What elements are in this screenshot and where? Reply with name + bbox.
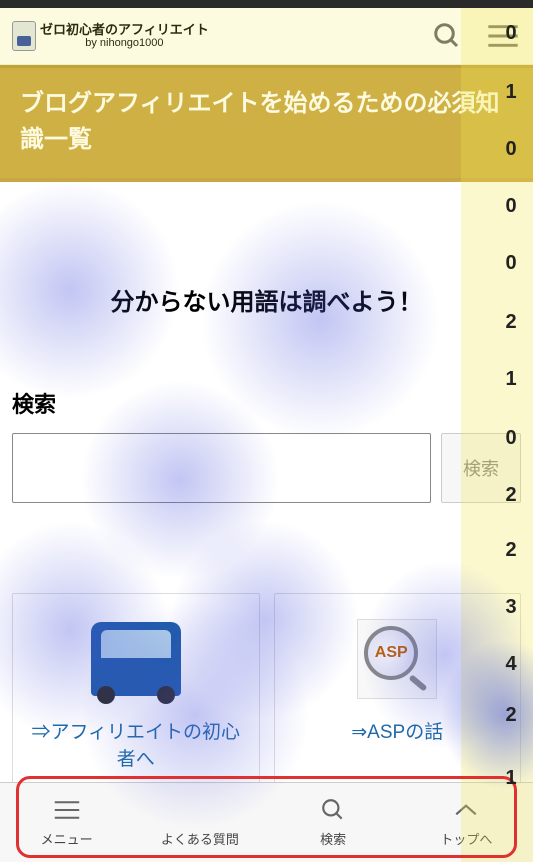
chevron-up-icon xyxy=(453,797,479,823)
search-icon[interactable] xyxy=(429,18,465,54)
main-content: 分からない用語は調べよう！ 検索 検索 ⇒アフィリエイトの初心者へ ASP ⇒A… xyxy=(0,182,533,786)
nav-label: メニュー xyxy=(41,829,93,848)
header-actions xyxy=(429,18,521,54)
card-grid: ⇒アフィリエイトの初心者へ ASP ⇒ASPの話 xyxy=(12,593,521,786)
search-label: 検索 xyxy=(12,387,521,419)
hero-banner: ブログアフィリエイトを始めるための必須知識一覧 xyxy=(0,65,533,182)
nav-top[interactable]: トップへ xyxy=(400,783,533,862)
nav-label: トップへ xyxy=(440,829,492,848)
site-subtitle: by nihongo1000 xyxy=(40,37,209,50)
nav-label: 検索 xyxy=(320,829,346,848)
card-image xyxy=(23,614,249,704)
site-title: ゼロ初心者のアフィリエイト by nihongo1000 xyxy=(40,22,209,51)
hamburger-icon xyxy=(53,797,81,823)
nav-search[interactable]: 検索 xyxy=(267,783,400,862)
nav-menu[interactable]: メニュー xyxy=(0,783,133,862)
card-title: ⇒アフィリエイトの初心者へ xyxy=(23,720,249,773)
card-title: ⇒ASPの話 xyxy=(285,720,511,747)
search-button[interactable]: 検索 xyxy=(441,433,521,503)
card-image: ASP xyxy=(285,614,511,704)
search-input[interactable] xyxy=(12,433,431,503)
logo-badge-icon xyxy=(12,21,36,51)
site-logo[interactable]: ゼロ初心者のアフィリエイト by nihongo1000 xyxy=(12,21,209,51)
asp-badge: ASP xyxy=(364,626,418,680)
hamburger-menu-icon[interactable] xyxy=(485,18,521,54)
car-illustration-icon xyxy=(91,622,181,696)
site-header: ゼロ初心者のアフィリエイト by nihongo1000 xyxy=(0,8,533,65)
catch-heading: 分からない用語は調べよう！ xyxy=(12,282,521,317)
site-title-text: ゼロ初心者のアフィリエイト xyxy=(40,22,209,37)
magnifier-illustration-icon: ASP xyxy=(357,619,437,699)
search-icon xyxy=(320,797,346,823)
search-form: 検索 xyxy=(12,433,521,503)
card-affiliate-beginner[interactable]: ⇒アフィリエイトの初心者へ xyxy=(12,593,260,786)
status-bar xyxy=(0,0,533,8)
page-title: ブログアフィリエイトを始めるための必須知識一覧 xyxy=(20,86,513,158)
card-asp[interactable]: ASP ⇒ASPの話 xyxy=(274,593,522,786)
nav-label: よくある質問 xyxy=(161,829,239,848)
nav-faq[interactable]: よくある質問 xyxy=(133,783,266,862)
bottom-navigation: メニュー よくある質問 検索 トップへ xyxy=(0,782,533,862)
